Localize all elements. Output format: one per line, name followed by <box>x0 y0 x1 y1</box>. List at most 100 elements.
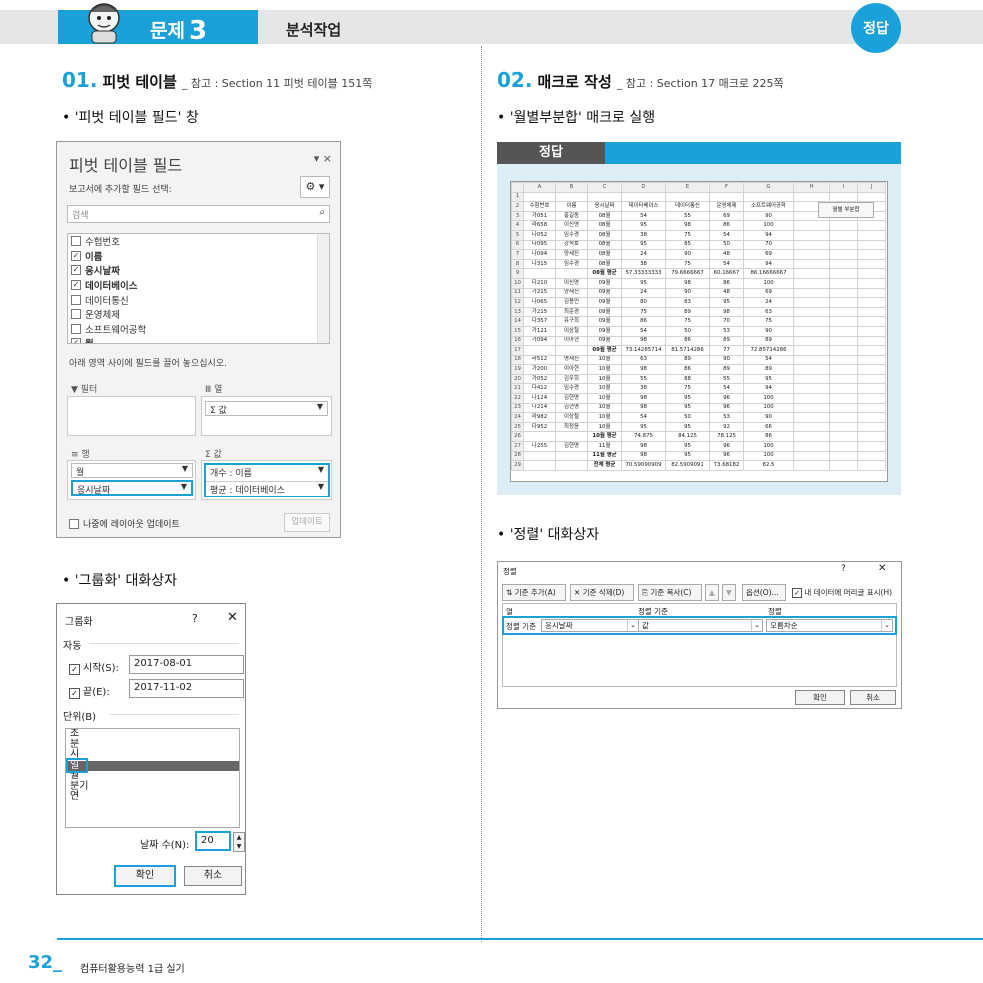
sheet-cell[interactable] <box>793 345 830 356</box>
field-item[interactable]: 소프트웨어공학 <box>68 322 329 337</box>
sheet-cell[interactable] <box>587 191 622 203</box>
row-header[interactable]: 17 <box>511 345 524 356</box>
sheet-cell[interactable] <box>555 268 588 279</box>
sheet-cell[interactable]: 24 <box>621 287 666 299</box>
sheet-cell[interactable] <box>621 191 666 203</box>
sheet-cell[interactable]: 55 <box>665 210 710 222</box>
ok-button[interactable]: 확인 <box>795 690 845 705</box>
sheet-cell[interactable]: 09월 <box>587 306 622 318</box>
sheet-cell[interactable]: 가121 <box>523 325 556 337</box>
sheet-cell[interactable] <box>793 402 830 414</box>
sheet-cell[interactable]: 96 <box>709 393 744 404</box>
sheet-cell[interactable]: 85 <box>665 239 710 251</box>
sheet-cell[interactable] <box>709 191 744 203</box>
sheet-cell[interactable]: 라982 <box>523 412 556 423</box>
field-list-scrollbar[interactable] <box>317 234 329 343</box>
row-header[interactable]: 22 <box>511 393 524 404</box>
sheet-cell[interactable]: 73.68182 <box>709 460 744 471</box>
sheet-cell[interactable] <box>857 354 886 366</box>
sheet-cell[interactable] <box>857 220 886 231</box>
sheet-cell[interactable]: 50 <box>665 412 710 423</box>
sheet-cell[interactable]: 95 <box>709 297 744 308</box>
sheet-cell[interactable] <box>829 239 858 251</box>
sheet-cell[interactable]: 95 <box>665 450 710 462</box>
panel-close-icon[interactable]: ▾ × <box>314 152 332 165</box>
sheet-cell[interactable]: 다210 <box>523 277 556 289</box>
sheet-cell[interactable] <box>857 258 886 270</box>
columns-zone[interactable]: Σ 값 ▼ <box>201 396 332 436</box>
column-header[interactable]: F <box>709 182 744 193</box>
row-header[interactable]: 16 <box>511 335 524 347</box>
sheet-cell[interactable]: 90 <box>743 412 794 423</box>
sheet-cell[interactable]: 83 <box>665 297 710 308</box>
sheet-cell[interactable] <box>793 354 830 366</box>
sort-column-select[interactable]: 응시날짜 ⌄ <box>541 619 639 632</box>
cancel-button[interactable]: 취소 <box>184 866 242 886</box>
sheet-cell[interactable]: 89 <box>743 364 794 375</box>
start-date-input[interactable]: 2017-08-01 <box>129 655 244 674</box>
sheet-cell[interactable] <box>793 220 830 231</box>
sheet-cell[interactable]: 94 <box>743 229 794 241</box>
sheet-cell[interactable] <box>793 373 830 385</box>
sheet-cell[interactable] <box>829 345 858 356</box>
sheet-cell[interactable]: 73.14285714 <box>621 345 666 356</box>
sheet-cell[interactable]: 가052 <box>523 373 556 385</box>
end-date-input[interactable]: 2017-11-02 <box>129 679 244 698</box>
delete-level-button[interactable]: ✕ 기준 삭제(D) <box>570 584 634 601</box>
sheet-cell[interactable]: 08월 <box>587 229 622 241</box>
sheet-cell[interactable]: 98 <box>621 393 666 404</box>
defer-update-checkbox[interactable]: 나중에 레이아웃 업데이트 <box>69 517 180 530</box>
sheet-cell[interactable] <box>829 229 858 241</box>
sheet-cell[interactable]: 임수경 <box>555 383 588 395</box>
sheet-cell[interactable] <box>857 277 886 289</box>
sheet-cell[interactable]: 48 <box>709 249 744 260</box>
sheet-cell[interactable]: 50 <box>665 325 710 337</box>
sheet-cell[interactable] <box>857 393 886 404</box>
sheet-cell[interactable]: 24 <box>743 297 794 308</box>
sheet-cell[interactable]: 11월 평균 <box>587 450 622 462</box>
column-header[interactable]: I <box>829 182 858 193</box>
row-header[interactable]: 19 <box>511 364 524 375</box>
days-spinner[interactable]: ▲ ▼ <box>233 832 245 852</box>
sheet-cell[interactable] <box>857 229 886 241</box>
sheet-cell[interactable]: 가215 <box>523 306 556 318</box>
sheet-cell[interactable]: 98 <box>621 450 666 462</box>
field-item[interactable]: ✓ 데이터베이스 <box>68 278 329 293</box>
values-zone[interactable]: 개수 : 이름 ▼ 평균 : 데이터베이스 ▼ <box>201 460 332 500</box>
sheet-cell[interactable]: 95 <box>621 277 666 289</box>
sheet-cell[interactable]: 89 <box>743 335 794 347</box>
sheet-cell[interactable]: 08월 <box>587 258 622 270</box>
sort-on-select[interactable]: 값 ⌄ <box>638 619 763 632</box>
sheet-cell[interactable] <box>793 325 830 337</box>
sheet-cell[interactable]: 66 <box>743 421 794 433</box>
sheet-cell[interactable]: 이신영 <box>555 277 588 289</box>
sheet-cell[interactable]: 95 <box>621 220 666 231</box>
sheet-cell[interactable] <box>857 364 886 375</box>
sheet-cell[interactable]: 90 <box>709 354 744 366</box>
sheet-cell[interactable] <box>829 277 858 289</box>
spreadsheet[interactable]: A B C D E F G H I J 1 2 수험번호 이름 응시날짜 데이터베이스 데이터통신 운영체제 소프트… <box>510 181 888 482</box>
gear-icon[interactable]: ⚙ ▾ <box>300 176 330 198</box>
sheet-cell[interactable]: 86 <box>665 335 710 347</box>
sheet-cell[interactable] <box>857 450 886 462</box>
sheet-cell[interactable] <box>829 297 858 308</box>
sheet-cell[interactable] <box>793 277 830 289</box>
cancel-button[interactable]: 취소 <box>850 690 896 705</box>
sheet-cell[interactable]: 86 <box>709 277 744 289</box>
sheet-cell[interactable]: 89 <box>709 364 744 375</box>
sheet-cell[interactable]: 88 <box>665 373 710 385</box>
sheet-cell[interactable] <box>555 191 588 203</box>
sheet-cell[interactable]: 이신영 <box>555 220 588 231</box>
row-header[interactable]: 26 <box>511 431 524 443</box>
sheet-cell[interactable]: 운영체제 <box>709 201 744 212</box>
column-header[interactable]: C <box>587 182 622 193</box>
sheet-cell[interactable] <box>555 460 588 471</box>
sheet-cell[interactable] <box>523 450 556 462</box>
sheet-cell[interactable] <box>793 229 830 241</box>
sheet-cell[interactable]: 데이터베이스 <box>621 201 666 212</box>
end-checkbox[interactable]: ✓ 끝(E): <box>69 683 110 699</box>
sheet-cell[interactable]: 54 <box>621 412 666 423</box>
sheet-cell[interactable] <box>743 191 794 203</box>
sheet-cell[interactable]: 96 <box>709 441 744 452</box>
sheet-cell[interactable] <box>829 191 858 203</box>
